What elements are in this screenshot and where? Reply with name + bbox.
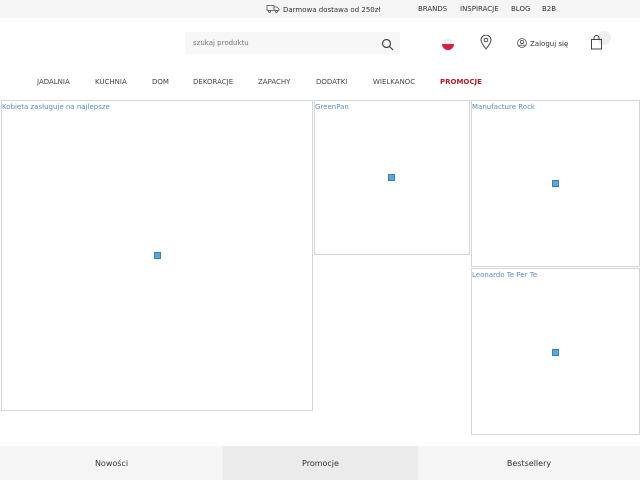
user-icon (517, 38, 527, 50)
banner-greenpan[interactable]: GreenPan (314, 100, 470, 255)
login-link[interactable]: Zaloguj się (517, 38, 568, 50)
nav-item-jadalnia[interactable]: JADALNIA (37, 78, 70, 86)
tab-nowosci[interactable]: Nowości (0, 446, 223, 480)
banner-kobieta[interactable]: Kobieta zasługuje na najlepsze (1, 100, 313, 411)
top-bar: Darmowa dostawa od 250zł BRANDS INSPIRAC… (0, 0, 640, 18)
cart-icon[interactable] (590, 35, 603, 54)
nav-item-zapachy[interactable]: ZAPACHY (258, 78, 290, 86)
free-delivery-text: Darmowa dostawa od 250zł (283, 5, 381, 14)
banner-caption: Leonardo Te Per Te (472, 271, 538, 279)
broken-image-icon (388, 174, 395, 181)
tab-bestsellery[interactable]: Bestsellery (418, 446, 640, 480)
banner-caption: GreenPan (315, 103, 349, 111)
top-link-b2b[interactable]: B2B (542, 5, 556, 13)
broken-image-icon (154, 252, 161, 259)
search-input[interactable] (191, 38, 375, 48)
search-box (185, 32, 400, 54)
nav-item-dekoracje[interactable]: DEKORACJE (193, 78, 233, 86)
login-label: Zaloguj się (530, 40, 569, 48)
main-navigation: JADALNIA KUCHNIA DOM DEKORACJE ZAPACHY D… (0, 78, 640, 88)
free-delivery-promo: Darmowa dostawa od 250zł (266, 4, 380, 15)
broken-image-icon (552, 349, 559, 356)
banner-caption: Manufacture Rock (472, 103, 535, 111)
tab-promocje[interactable]: Promocje (223, 446, 418, 480)
nav-item-dom[interactable]: DOM (152, 78, 169, 86)
banner-manufacture-rock[interactable]: Manufacture Rock (471, 100, 640, 267)
nav-item-kuchnia[interactable]: KUCHNIA (95, 78, 127, 86)
product-tabs: Nowości Promocje Bestsellery (0, 446, 640, 480)
store-locator-icon[interactable] (480, 34, 492, 54)
top-link-blog[interactable]: BLOG (511, 5, 530, 13)
language-flag-icon[interactable] (442, 38, 454, 50)
banner-caption: Kobieta zasługuje na najlepsze (2, 103, 110, 111)
nav-item-dodatki[interactable]: DODATKI (316, 78, 347, 86)
delivery-truck-icon (266, 4, 280, 15)
search-icon[interactable] (381, 36, 394, 55)
nav-item-promocje[interactable]: PROMOCJE (440, 78, 482, 86)
banner-leonardo[interactable]: Leonardo Te Per Te (471, 268, 640, 435)
top-link-inspiracje[interactable]: INSPIRACJE (460, 5, 499, 13)
broken-image-icon (552, 180, 559, 187)
nav-item-wielkanoc[interactable]: WIELKANOC (373, 78, 415, 86)
top-link-brands[interactable]: BRANDS (418, 5, 447, 13)
